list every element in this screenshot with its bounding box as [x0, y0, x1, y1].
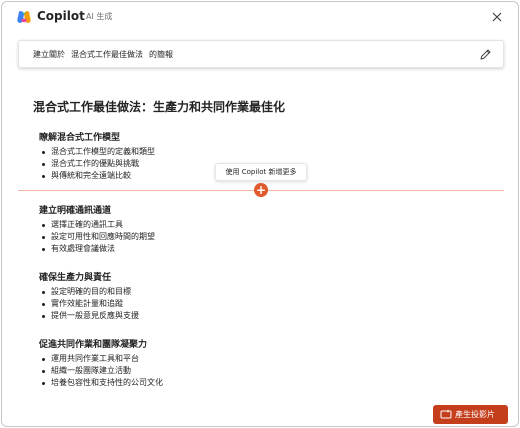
bullet-list: 運用共同作業工具和平台 組織一般團隊建立活動 培養包容性和支持性的公司文化: [39, 353, 163, 389]
prompt-part: 混合式工作最佳做法: [71, 50, 143, 59]
copilot-dialog: Copilot AI 生成 建立關於 混合式工作最佳做法 的簡報 混合式工作最佳做法…: [1, 1, 519, 427]
outline-section[interactable]: 確保生產力與責任 設定明確的目的和目標 實作效能計量和追蹤 提供一般意見反應與支…: [39, 272, 139, 322]
list-item: 混合式工作模型的定義和類型: [39, 146, 155, 158]
list-item: 組織一般團隊建立活動: [39, 365, 163, 377]
prompt-part: 的簡報: [149, 50, 173, 59]
list-item: 與傳統和完全遠端比較: [39, 170, 155, 182]
section-heading: 確保生產力與責任: [39, 273, 112, 283]
slides-icon: [440, 409, 452, 419]
generate-slides-button[interactable]: 產生投影片: [433, 405, 508, 424]
add-section-button[interactable]: +: [254, 183, 268, 197]
prompt-bar: 建立關於 混合式工作最佳做法 的簡報: [18, 40, 504, 68]
list-item: 有效處理會議做法: [39, 243, 155, 255]
document-title: 混合式工作最佳做法：生產力和共同作業最佳化: [33, 100, 286, 114]
outline-section[interactable]: 瞭解混合式工作模型 混合式工作模型的定義和類型 混合式工作的優點與挑戰 與傳統和…: [39, 132, 155, 182]
bullet-list: 混合式工作模型的定義和類型 混合式工作的優點與挑戰 與傳統和完全遠端比較: [39, 146, 155, 182]
section-heading: 促進共同作業和團隊凝聚力: [39, 340, 148, 350]
list-item: 實作效能計量和追蹤: [39, 298, 139, 310]
bullet-list: 設定明確的目的和目標 實作效能計量和追蹤 提供一般意見反應與支援: [39, 286, 139, 322]
generate-slides-label: 產生投影片: [455, 410, 495, 419]
prompt-text: 建立關於 混合式工作最佳做法 的簡報: [33, 49, 179, 60]
list-item: 運用共同作業工具和平台: [39, 353, 163, 365]
prompt-part: 建立關於: [33, 50, 65, 59]
ai-generated-tag: AI 生成: [86, 12, 113, 21]
list-item: 選擇正確的通訊工具: [39, 219, 155, 231]
section-heading: 瞭解混合式工作模型: [39, 133, 121, 143]
outline-section[interactable]: 建立明確通訊通道 選擇正確的通訊工具 設定可用性和回應時間的期望 有效處理會議做…: [39, 205, 155, 255]
copilot-logo-icon: [17, 11, 31, 23]
section-heading: 建立明確通訊通道: [39, 206, 112, 216]
list-item: 培養包容性和支持性的公司文化: [39, 377, 163, 389]
list-item: 設定可用性和回應時間的期望: [39, 231, 155, 243]
list-item: 混合式工作的優點與挑戰: [39, 158, 155, 170]
pencil-icon[interactable]: [479, 48, 492, 61]
bullet-list: 選擇正確的通訊工具 設定可用性和回應時間的期望 有效處理會議做法: [39, 219, 155, 255]
outline-section[interactable]: 促進共同作業和團隊凝聚力 運用共同作業工具和平台 組織一般團隊建立活動 培養包容…: [39, 339, 163, 389]
app-title: Copilot: [37, 9, 85, 23]
title-bar: Copilot AI 生成: [2, 2, 518, 34]
close-icon[interactable]: [490, 10, 504, 24]
list-item: 設定明確的目的和目標: [39, 286, 139, 298]
add-more-tooltip: 使用 Copilot 新增更多: [215, 163, 307, 181]
list-item: 提供一般意見反應與支援: [39, 310, 139, 322]
